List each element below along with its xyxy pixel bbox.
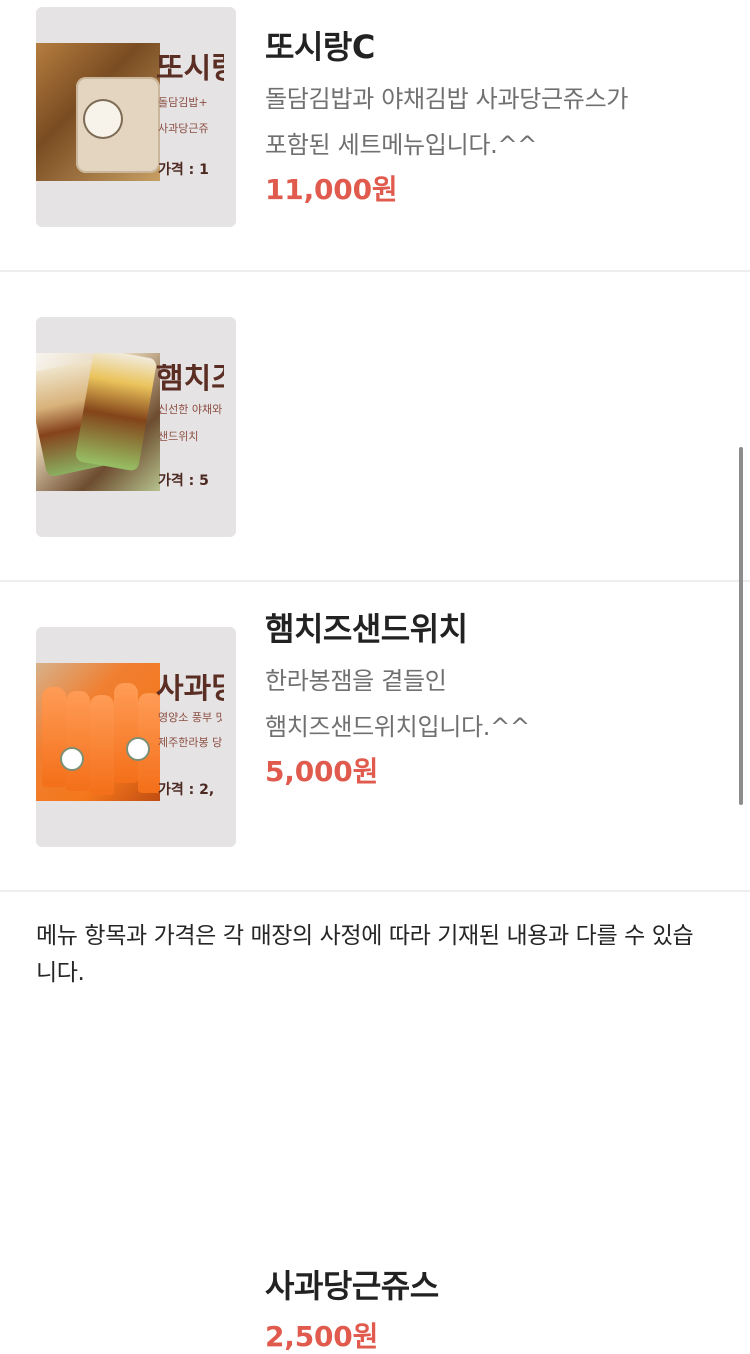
menu-list: 또시랑 돌담김밥+ 사과당근쥬 가격 : 1 또시랑C 돌담김밥과 야채김밥 사… [0,0,750,1353]
menu-description-line-2: 포함된 세트메뉴입니다.^^ [265,131,538,159]
thumbnail-title: 햄치즈 [156,364,224,394]
thumbnail-price: 가격 : 5 [158,473,209,489]
juice-bottle-icon [42,687,66,787]
bento-box-photo [36,43,160,181]
seal-sticker-icon [85,101,121,137]
menu-price: 11,000원 [265,173,398,206]
menu-thumbnail[interactable]: 햄치즈 신선한 야채와 샌드위치 가격 : 5 [36,317,236,537]
juice-bottle-icon [114,683,138,783]
thumbnail-line-2: 제주한라봉 당근 [158,736,222,749]
vertical-scrollbar[interactable] [739,447,743,805]
juice-bottle-icon [66,691,90,791]
menu-content: 또시랑C 돌담김밥과 야채김밥 사과당근쥬스가 포함된 세트메뉴입니다.^^ 1… [265,27,726,207]
menu-title[interactable]: 또시랑C [265,27,726,67]
juice-bottles-photo [36,663,160,801]
menu-item-tosirang-c[interactable]: 또시랑 돌담김밥+ 사과당근쥬 가격 : 1 또시랑C 돌담김밥과 야채김밥 사… [0,0,750,272]
menu-notice: 메뉴 항목과 가격은 각 매장의 사정에 따라 기재된 내용과 다를 수 있습니… [36,923,694,986]
thumbnail-line-2: 샌드위치 [158,430,199,443]
thumbnail-line-2: 사과당근쥬 [158,122,209,135]
thumbnail-title: 또시랑 [156,54,224,84]
menu-thumbnail[interactable]: 또시랑 돌담김밥+ 사과당근쥬 가격 : 1 [36,7,236,227]
thumbnail-price: 가격 : 1 [158,162,209,178]
thumbnail-price: 가격 : 2, [158,782,215,798]
sandwich-photo [36,353,160,491]
juice-bottle-icon [90,695,114,795]
bottle-label-icon [126,737,150,761]
thumbnail-line-1: 돌담김밥+ [158,96,208,109]
menu-item-ham-cheese-sandwich[interactable]: 햄치즈 신선한 야채와 샌드위치 가격 : 5 햄치즈샌드위치 한라봉잼을 곁들… [0,272,750,788]
menu-content: 사과당근쥬스 2,500원 [265,1266,726,1354]
thumbnail-line-1: 신선한 야채와 [158,403,222,416]
menu-item-apple-carrot-juice[interactable]: 사과당 영양소 풍부 맛있 제주한라봉 당근 가격 : 2, 사과당근쥬스 2,… [0,582,750,1353]
menu-price: 2,500원 [265,1320,379,1353]
thumbnail-title: 사과당 [156,674,224,704]
menu-title[interactable]: 사과당근쥬스 [265,1266,726,1306]
thumbnail-line-1: 영양소 풍부 맛있 [158,711,222,724]
menu-thumbnail[interactable]: 사과당 영양소 풍부 맛있 제주한라봉 당근 가격 : 2, [36,627,236,847]
menu-description-line-1: 돌담김밥과 야채김밥 사과당근쥬스가 [265,85,629,113]
bottle-label-icon [60,747,84,771]
